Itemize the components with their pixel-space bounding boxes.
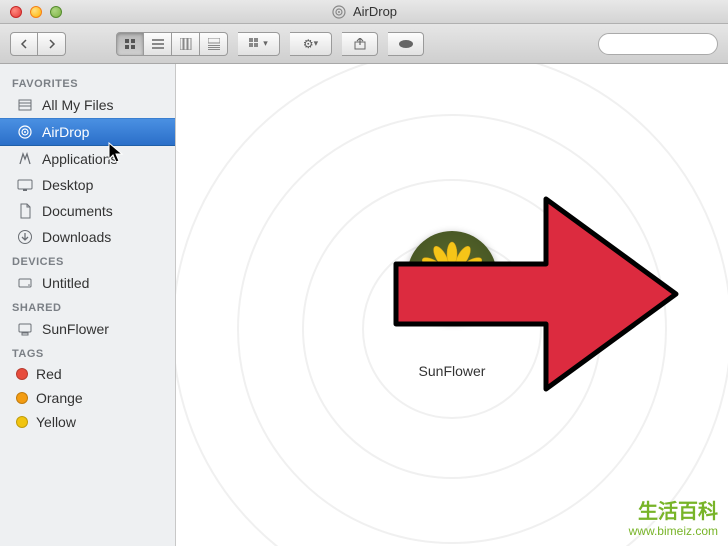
tags-button-group — [388, 32, 424, 56]
documents-icon — [16, 202, 34, 220]
search-box — [598, 33, 718, 55]
disk-icon — [16, 274, 34, 292]
titlebar: AirDrop — [0, 0, 728, 24]
view-buttons — [116, 32, 228, 56]
chevron-down-icon: ▾ — [314, 38, 319, 49]
chevron-down-icon: ▾ — [263, 38, 268, 49]
sidebar-item-documents[interactable]: Documents — [0, 198, 175, 224]
tag-dot-icon — [16, 416, 28, 428]
minimize-button[interactable] — [30, 6, 42, 18]
watermark: 生活百科 www.bimeiz.com — [629, 500, 718, 538]
share-button-group — [342, 32, 378, 56]
sidebar-item-label: Red — [36, 366, 62, 382]
content: FAVORITES All My Files AirDrop Applicati… — [0, 64, 728, 546]
window-title: AirDrop — [331, 4, 397, 20]
toolbar: ▾ ⚙ ▾ — [0, 24, 728, 64]
arrange-button-group: ▾ — [238, 32, 280, 56]
column-view-button[interactable] — [172, 32, 200, 56]
sidebar-header-favorites: FAVORITES — [0, 72, 175, 92]
sidebar-item-all-my-files[interactable]: All My Files — [0, 92, 175, 118]
airdrop-icon — [331, 4, 347, 20]
watermark-url: www.bimeiz.com — [629, 524, 718, 538]
computer-icon — [16, 320, 34, 338]
sidebar-item-applications[interactable]: Applications — [0, 146, 175, 172]
tag-dot-icon — [16, 368, 28, 380]
watermark-text: 生活百科 — [629, 500, 718, 524]
gear-icon: ⚙ — [303, 37, 314, 51]
red-arrow-annotation — [376, 184, 686, 404]
sidebar-item-desktop[interactable]: Desktop — [0, 172, 175, 198]
sidebar-item-label: Applications — [42, 151, 118, 167]
list-view-button[interactable] — [144, 32, 172, 56]
sidebar-item-airdrop[interactable]: AirDrop — [0, 118, 175, 146]
all-my-files-icon — [16, 96, 34, 114]
applications-icon — [16, 150, 34, 168]
sidebar: FAVORITES All My Files AirDrop Applicati… — [0, 64, 176, 546]
sidebar-item-downloads[interactable]: Downloads — [0, 224, 175, 250]
sidebar-item-label: AirDrop — [42, 124, 89, 140]
main-area: SunFlower — [176, 64, 728, 546]
sidebar-item-label: Downloads — [42, 229, 111, 245]
traffic-lights — [0, 6, 62, 18]
sidebar-header-shared: SHARED — [0, 296, 175, 316]
arrange-button[interactable]: ▾ — [238, 32, 280, 56]
sidebar-item-tag-red[interactable]: Red — [0, 362, 175, 386]
nav-buttons — [10, 32, 66, 56]
action-button[interactable]: ⚙ ▾ — [290, 32, 332, 56]
close-button[interactable] — [10, 6, 22, 18]
tags-button[interactable] — [388, 32, 424, 56]
sidebar-item-untitled[interactable]: Untitled — [0, 270, 175, 296]
sidebar-header-devices: DEVICES — [0, 250, 175, 270]
action-button-group: ⚙ ▾ — [290, 32, 332, 56]
icon-view-button[interactable] — [116, 32, 144, 56]
search-input[interactable] — [598, 33, 718, 55]
window-title-text: AirDrop — [353, 4, 397, 19]
tag-dot-icon — [16, 392, 28, 404]
sidebar-item-label: Documents — [42, 203, 113, 219]
sidebar-item-label: SunFlower — [42, 321, 109, 337]
sidebar-item-label: Untitled — [42, 275, 89, 291]
sidebar-item-label: Yellow — [36, 414, 76, 430]
airdrop-icon — [16, 123, 34, 141]
sidebar-item-label: Desktop — [42, 177, 93, 193]
sidebar-item-sunflower-shared[interactable]: SunFlower — [0, 316, 175, 342]
sidebar-item-label: Orange — [36, 390, 83, 406]
sidebar-item-tag-yellow[interactable]: Yellow — [0, 410, 175, 434]
coverflow-view-button[interactable] — [200, 32, 228, 56]
forward-button[interactable] — [38, 32, 66, 56]
zoom-button[interactable] — [50, 6, 62, 18]
desktop-icon — [16, 176, 34, 194]
sidebar-item-label: All My Files — [42, 97, 114, 113]
share-button[interactable] — [342, 32, 378, 56]
downloads-icon — [16, 228, 34, 246]
back-button[interactable] — [10, 32, 38, 56]
sidebar-header-tags: TAGS — [0, 342, 175, 362]
sidebar-item-tag-orange[interactable]: Orange — [0, 386, 175, 410]
